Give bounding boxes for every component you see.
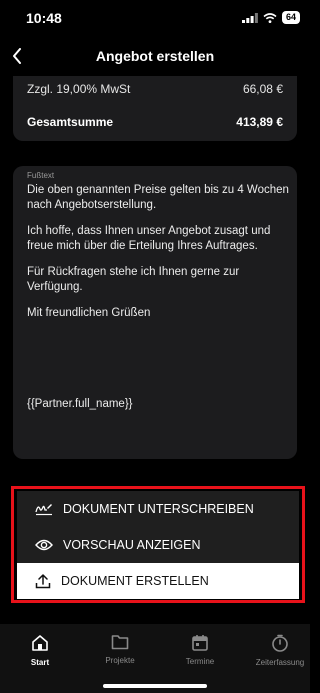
- wifi-icon: [263, 12, 277, 23]
- totals-card: Zzgl. 19,00% MwSt 66,08 € Gesamtsumme 41…: [13, 76, 297, 141]
- footer-text: Die oben genannten Preise gelten bis zu …: [27, 183, 289, 332]
- tab-projekte[interactable]: Projekte: [80, 634, 160, 665]
- status-bar: 10:48 64: [0, 0, 310, 34]
- tab-label: Termine: [185, 657, 215, 666]
- tab-label: Start: [30, 658, 50, 667]
- create-document-button[interactable]: DOKUMENT ERSTELLEN: [17, 563, 299, 599]
- partner-placeholder: {{Partner.full_name}}: [27, 398, 133, 410]
- tax-row: Zzgl. 19,00% MwSt 66,08 €: [27, 82, 283, 96]
- sign-document-button[interactable]: DOKUMENT UNTERSCHREIBEN: [17, 491, 299, 527]
- eye-icon: [35, 539, 53, 551]
- footer-paragraph: Für Rückfragen stehe ich Ihnen gerne zur…: [27, 266, 240, 293]
- nav-header: Angebot erstellen: [0, 36, 310, 76]
- tax-value: 66,08 €: [242, 82, 283, 96]
- tab-label: Projekte: [105, 656, 135, 665]
- status-icons: 64: [241, 11, 300, 24]
- footer-text-field[interactable]: Fußtext Die oben genannten Preise gelten…: [13, 166, 297, 459]
- footer-paragraph: Mit freundlichen Grüßen: [27, 307, 151, 319]
- create-document-label: DOKUMENT ERSTELLEN: [61, 574, 209, 588]
- total-row: Gesamtsumme 413,89 €: [27, 115, 283, 129]
- tax-label: Zzgl. 19,00% MwSt: [27, 82, 131, 96]
- signature-icon: [35, 504, 52, 516]
- status-time: 10:48: [26, 10, 62, 26]
- sign-document-label: DOKUMENT UNTERSCHREIBEN: [63, 502, 254, 516]
- preview-label: VORSCHAU ANZEIGEN: [63, 538, 201, 552]
- footer-label: Fußtext: [27, 171, 55, 180]
- tab-label: Zeiterfassung: [255, 658, 305, 667]
- preview-button[interactable]: VORSCHAU ANZEIGEN: [17, 527, 299, 563]
- battery-icon: 64: [281, 11, 300, 24]
- signal-icon: [241, 12, 258, 23]
- folder-icon: [111, 635, 129, 650]
- action-group: DOKUMENT UNTERSCHREIBEN VORSCHAU ANZEIGE…: [11, 486, 305, 603]
- home-icon: [32, 635, 48, 651]
- tab-zeiterfassung[interactable]: Zeiterfassung: [240, 634, 320, 667]
- total-value: 413,89 €: [236, 115, 283, 129]
- page-title: Angebot erstellen: [95, 48, 215, 64]
- tab-bar: Start Projekte Termine Zeiterfassung: [0, 624, 310, 693]
- footer-paragraph: Ich hoffe, dass Ihnen unser Angebot zusa…: [27, 225, 271, 252]
- tab-start[interactable]: Start: [0, 634, 80, 667]
- home-indicator: [103, 684, 207, 688]
- timer-icon: [272, 634, 288, 652]
- footer-paragraph: Die oben genannten Preise gelten bis zu …: [27, 184, 289, 211]
- total-label: Gesamtsumme: [27, 115, 114, 129]
- calendar-icon: [192, 635, 208, 651]
- tab-termine[interactable]: Termine: [160, 634, 240, 666]
- upload-icon: [35, 573, 51, 588]
